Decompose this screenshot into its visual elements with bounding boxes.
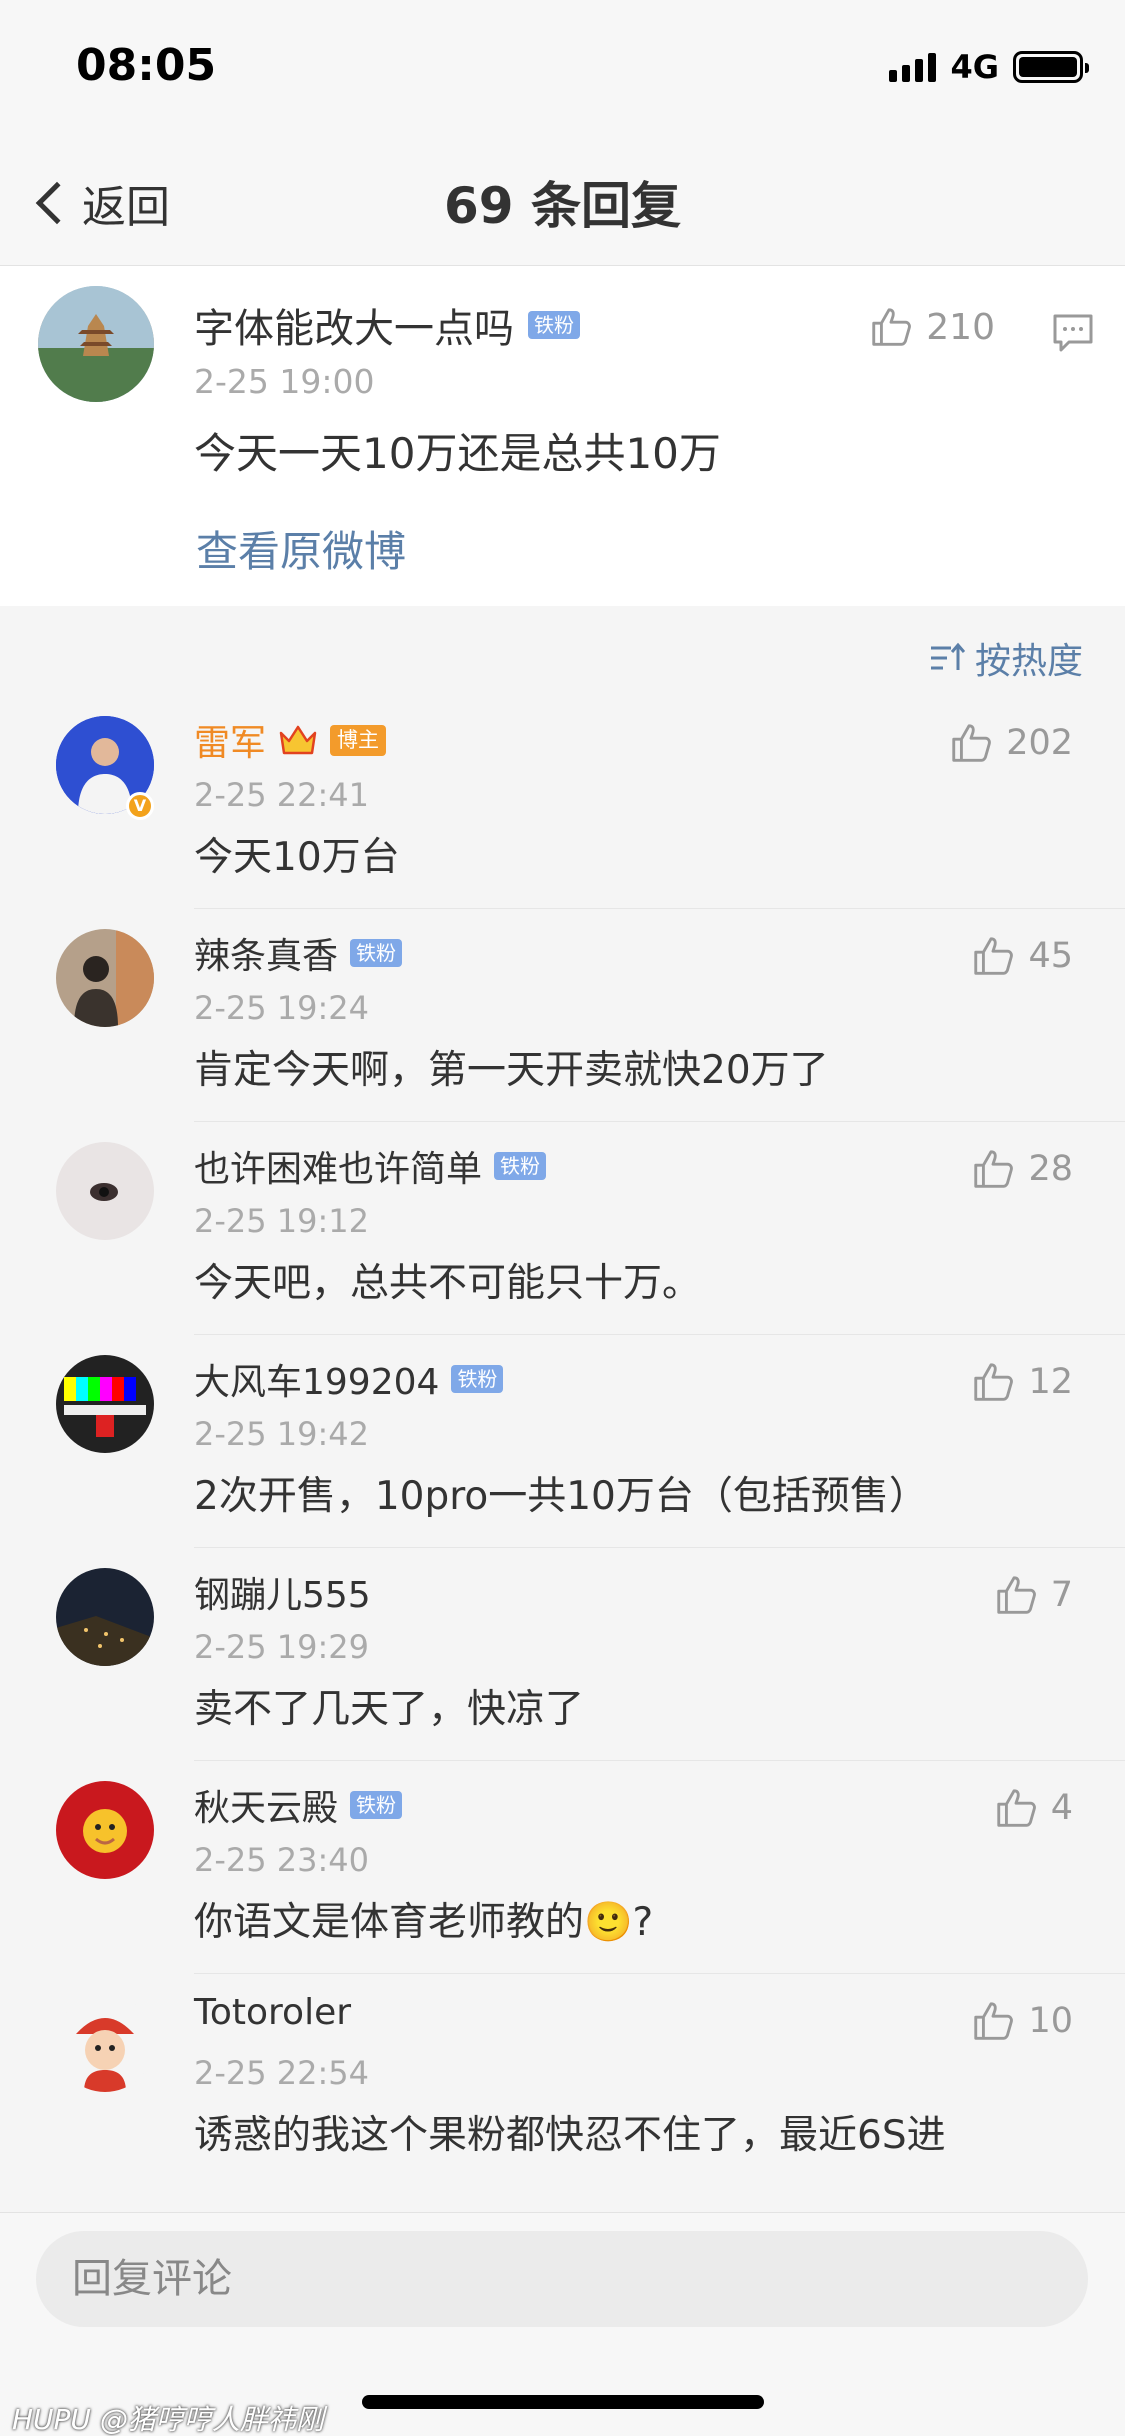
reply-text: 诱惑的我这个果粉都快忍不住了，最近6S进 (194, 2113, 946, 2158)
reply-text: 卖不了几天了，快凉了 (194, 1687, 585, 1732)
author-name[interactable]: Totoroler (194, 1992, 351, 2033)
reply-text: 你语文是体育老师教的🙂? (194, 1900, 654, 1945)
verified-badge: V (126, 792, 154, 820)
like-button[interactable]: 4 (993, 1785, 1073, 1831)
author-name[interactable]: 大风车199204 (194, 1353, 439, 1405)
like-count: 4 (1050, 1788, 1073, 1828)
thumbs-up-icon (974, 1150, 1014, 1188)
reply-time: 2-25 19:24 (194, 989, 370, 1027)
reply-time: 2-25 22:41 (194, 776, 370, 814)
author-name[interactable]: 秋天云殿 (194, 1779, 338, 1831)
reply-item: 秋天云殿 铁粉 2-25 23:40 你语文是体育老师教的🙂? 4 (0, 1761, 1125, 1974)
author-name[interactable]: 也许困难也许简单 (194, 1140, 482, 1192)
comment-icon[interactable] (1051, 310, 1095, 354)
reply-author: Totoroler (194, 1992, 351, 2033)
reply-author: 辣条真香 铁粉 (194, 927, 403, 979)
reply-author: 秋天云殿 铁粉 (194, 1779, 403, 1831)
reply-time: 2-25 19:12 (194, 1202, 370, 1240)
thumbs-up-icon (952, 724, 992, 762)
sort-button[interactable]: 按热度 (929, 632, 1083, 684)
network-label: 4G (950, 48, 999, 86)
like-button[interactable]: 28 (970, 1146, 1073, 1192)
reply-text: 2次开售，10pro一共10万台（包括预售） (194, 1474, 928, 1519)
avatar[interactable] (56, 929, 154, 1027)
reply-time: 2-25 19:29 (194, 1628, 370, 1666)
reply-item: 大风车199204 铁粉 2-25 19:42 2次开售，10pro一共10万台… (0, 1335, 1125, 1548)
view-original-link[interactable]: 查看原微博 (196, 518, 406, 579)
reply-time: 2-25 19:42 (194, 1415, 370, 1453)
sort-label: 按热度 (974, 641, 1083, 682)
comment-author: 字体能改大一点吗 铁粉 (194, 296, 580, 354)
home-indicator[interactable] (362, 2395, 764, 2409)
reply-text: 今天吧，总共不可能只十万。 (194, 1261, 702, 1306)
reply-text: 肯定今天啊，第一天开卖就快20万了 (194, 1048, 829, 1093)
avatar[interactable] (38, 286, 154, 402)
like-button[interactable]: 7 (993, 1572, 1073, 1618)
reply-item: Totoroler 2-25 22:54 诱惑的我这个果粉都快忍不住了，最近6S… (0, 1974, 1125, 2212)
nav-bar: 返回 69 条回复 (0, 140, 1125, 266)
like-button[interactable]: 12 (970, 1359, 1073, 1405)
watermark: HUPU @猪哼哼人胖祎刚 (12, 2403, 324, 2436)
avatar[interactable] (56, 1568, 154, 1666)
reply-input[interactable] (36, 2231, 1088, 2327)
sort-row: 按热度 (0, 606, 1125, 696)
status-time: 08:05 (76, 40, 217, 91)
thumbs-up-icon (974, 937, 1014, 975)
thumbs-up-icon (997, 1789, 1036, 1827)
host-badge: 博主 (330, 724, 387, 756)
like-count: 202 (1006, 723, 1073, 763)
status-indicators: 4G (889, 48, 1089, 86)
reply-item: V 雷军 博主 2-25 22:41 今天10万台 202 (0, 696, 1125, 909)
page-title: 69 条回复 (444, 177, 681, 235)
signal-icon (889, 52, 937, 82)
crown-icon (279, 725, 317, 755)
status-bar: 08:05 4G (0, 0, 1125, 140)
sort-icon (930, 642, 965, 670)
like-count: 10 (1028, 2001, 1073, 2041)
avatar[interactable] (56, 1781, 154, 1879)
comment-time: 2-25 19:00 (194, 362, 375, 401)
comment-text: 今天一天10万还是总共10万 (194, 429, 721, 478)
thumbs-up-icon (974, 2002, 1014, 2040)
author-name[interactable]: 辣条真香 (194, 927, 338, 979)
thumbs-up-icon (974, 1363, 1014, 1401)
reply-text: 今天10万台 (194, 835, 400, 880)
reply-author: 钢蹦儿555 (194, 1566, 371, 1618)
author-name[interactable]: 钢蹦儿555 (194, 1566, 371, 1618)
fan-badge: 铁粉 (451, 1365, 504, 1393)
reply-item: 也许困难也许简单 铁粉 2-25 19:12 今天吧，总共不可能只十万。 28 (0, 1122, 1125, 1335)
reply-time: 2-25 23:40 (194, 1841, 370, 1879)
like-button[interactable]: 210 (868, 304, 995, 350)
like-count: 12 (1028, 1362, 1073, 1402)
fan-badge: 铁粉 (350, 1791, 403, 1819)
like-count: 45 (1028, 936, 1073, 976)
fan-badge: 铁粉 (528, 311, 580, 339)
original-comment: 字体能改大一点吗 铁粉 2-25 19:00 210 今天一天10万还是总共10… (0, 266, 1125, 606)
author-name[interactable]: 雷军 (194, 714, 266, 766)
like-button[interactable]: 45 (970, 933, 1073, 979)
like-count: 210 (926, 306, 995, 348)
like-count: 28 (1028, 1149, 1073, 1189)
author-name[interactable]: 字体能改大一点吗 (194, 296, 514, 354)
like-button[interactable]: 10 (970, 1998, 1073, 2044)
avatar[interactable] (56, 1994, 154, 2092)
reply-item: 辣条真香 铁粉 2-25 19:24 肯定今天啊，第一天开卖就快20万了 45 (0, 909, 1125, 1122)
avatar[interactable] (56, 1355, 154, 1453)
fan-badge: 铁粉 (494, 1152, 547, 1180)
like-button[interactable]: 202 (948, 720, 1073, 766)
thumbs-up-icon (997, 1576, 1036, 1614)
thumbs-up-icon (872, 308, 912, 346)
avatar[interactable] (56, 1142, 154, 1240)
reply-author: 大风车199204 铁粉 (194, 1353, 504, 1405)
reply-author: 也许困难也许简单 铁粉 (194, 1140, 547, 1192)
like-count: 7 (1050, 1575, 1073, 1615)
battery-icon (1013, 51, 1089, 83)
reply-time: 2-25 22:54 (194, 2054, 370, 2092)
reply-item: 钢蹦儿555 2-25 19:29 卖不了几天了，快凉了 7 (0, 1548, 1125, 1761)
fan-badge: 铁粉 (350, 939, 403, 967)
reply-author: 雷军 博主 (194, 714, 387, 766)
